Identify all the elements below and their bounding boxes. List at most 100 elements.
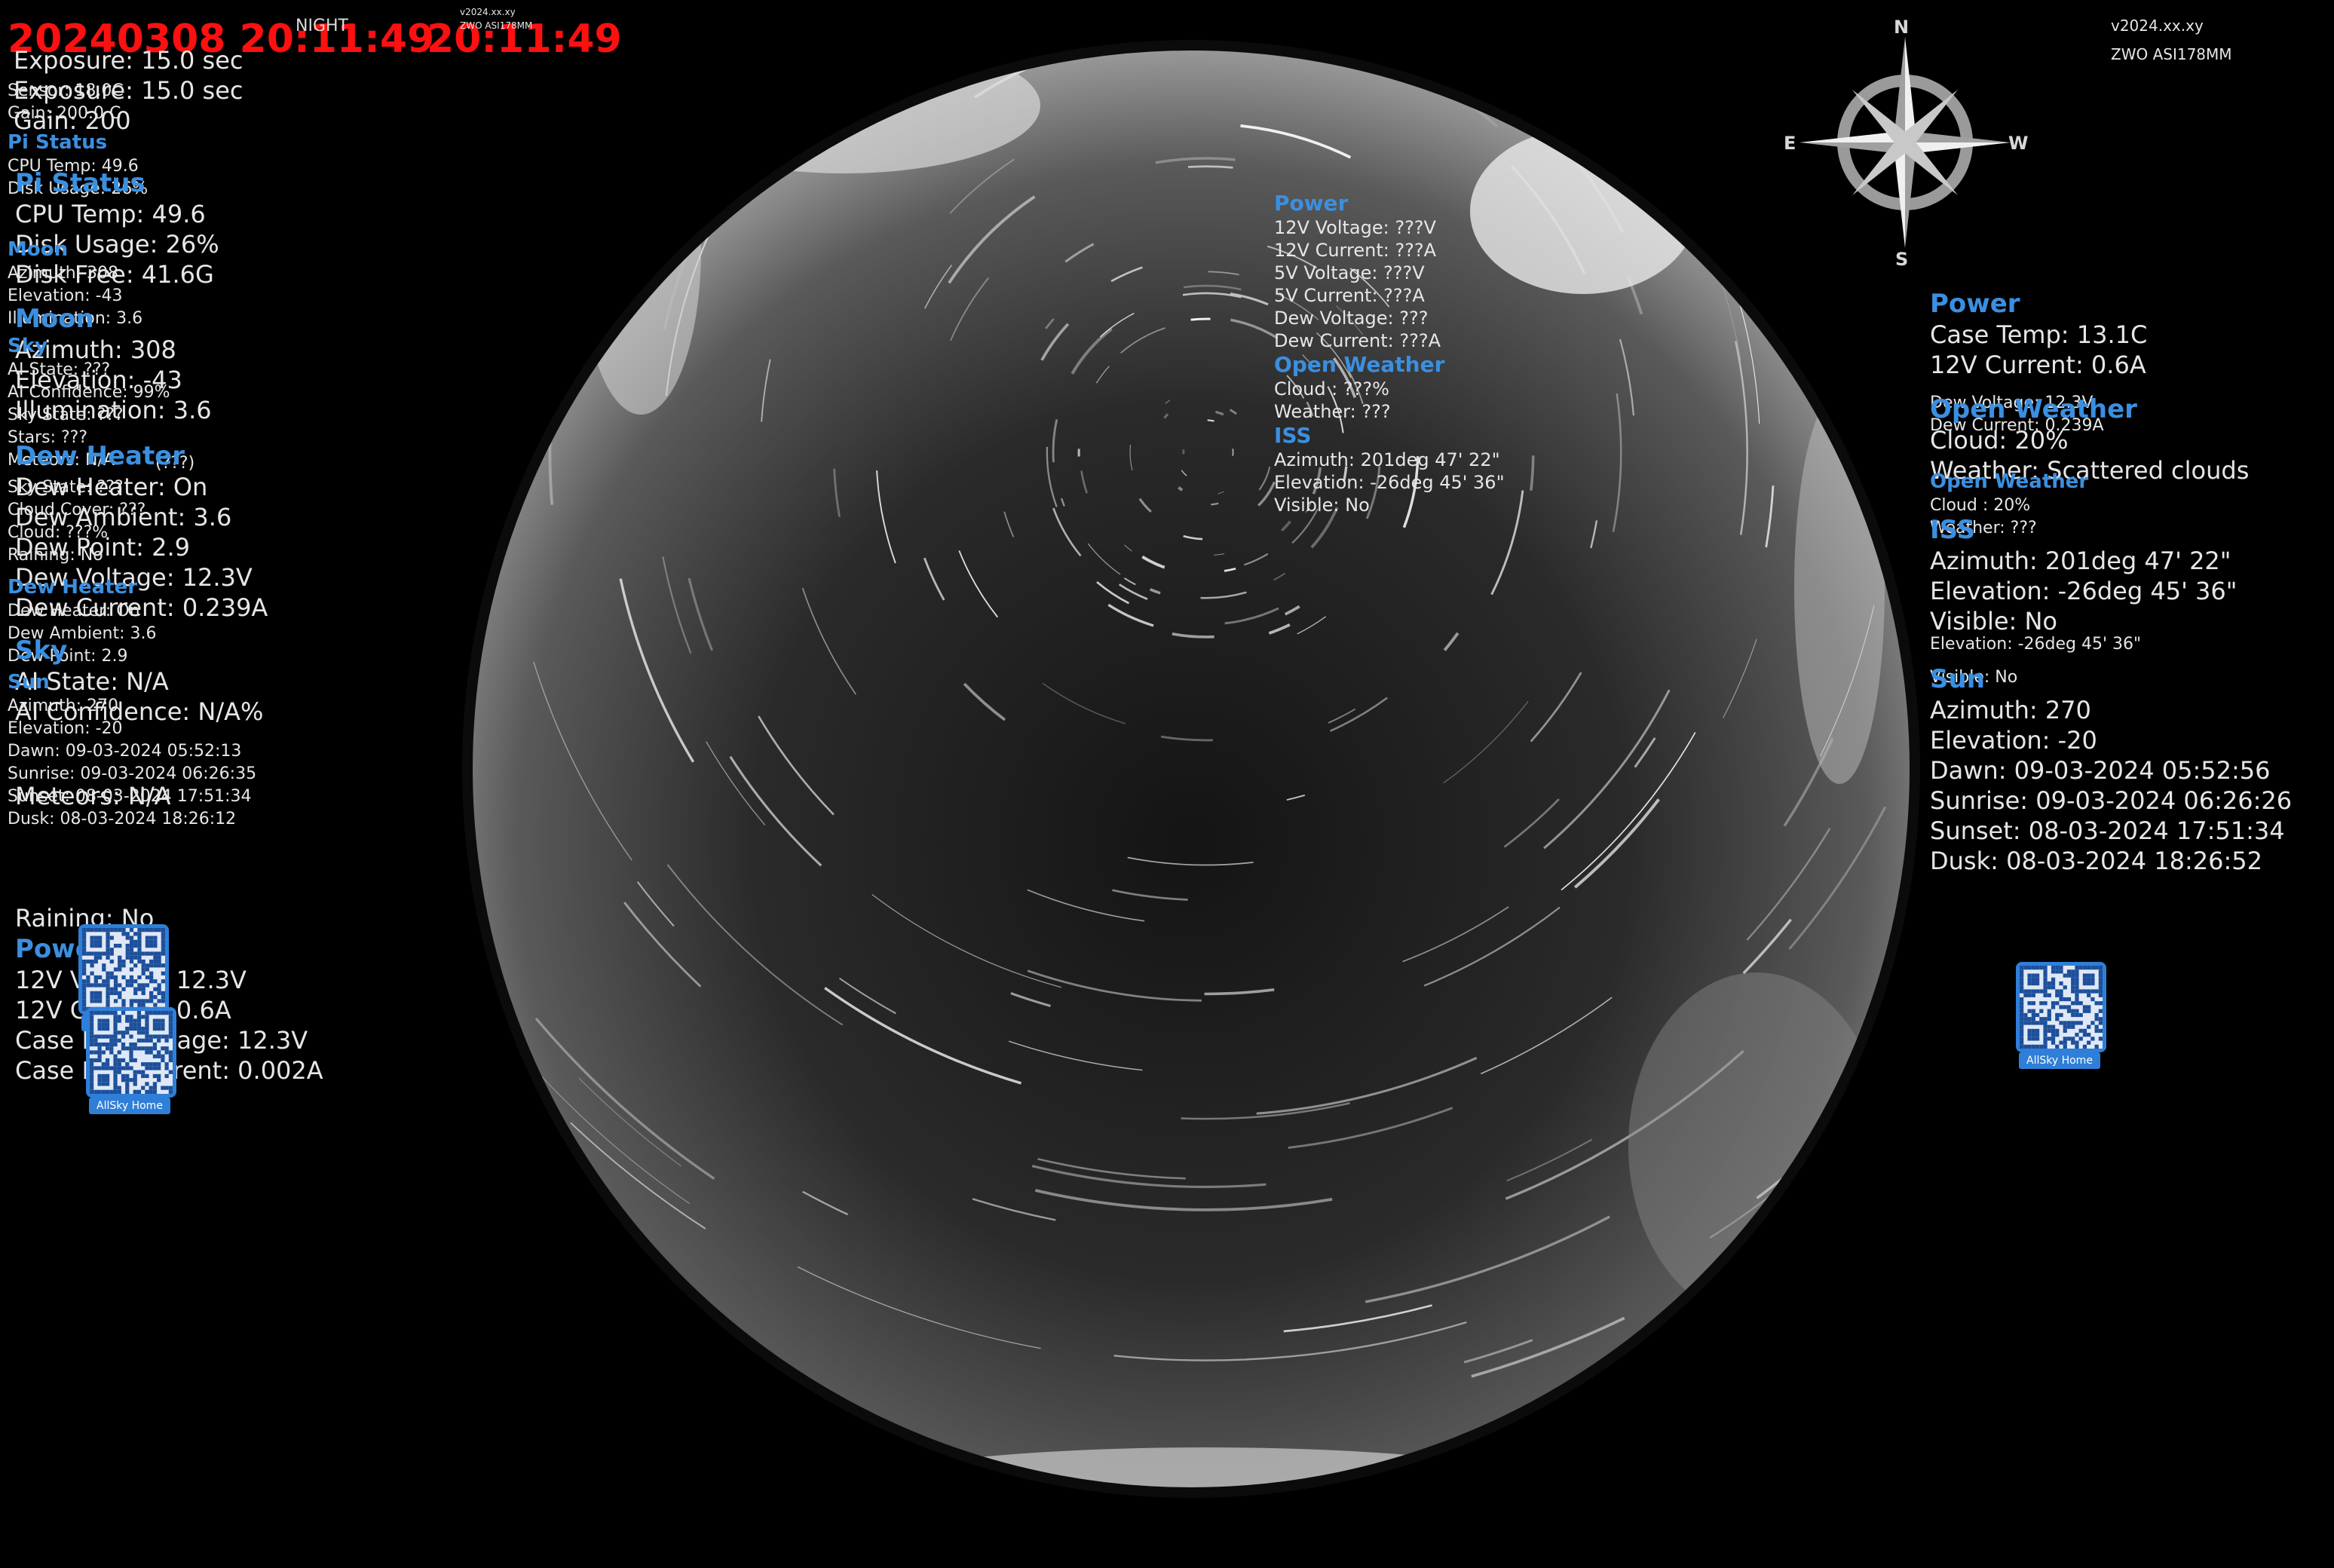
star-trail [1891,1089,1915,1236]
cloud-cover: Cloud Cover: ??? [8,501,146,519]
sky-state: Sky State: ??? [8,406,124,424]
star-trail [467,149,504,416]
open-weather-heading-center: Open Weather [1274,352,1445,377]
dew-current-center: Dew Current: ???A [1274,330,1441,351]
pi-status-heading: Pi Status [8,131,108,154]
right-sun-panel: Sun Azimuth: 270 Elevation: -20 Dawn: 09… [1930,666,2292,879]
star-trail [1190,317,1211,321]
star-trail [351,173,398,496]
star-trail [669,189,694,238]
compass-east-label: E [1784,133,1796,154]
sun-elevation-right: Elevation: -20 [1930,726,2097,755]
cloud-right-small: Cloud : 20% [1930,496,2031,515]
star-trail [1207,419,1214,422]
star-trail [1445,0,1564,18]
i5-center: 5V Current: ???A [1274,285,1425,306]
i12-right: 12V Current: 0.6A [1930,351,2146,379]
star-trail [1956,0,2121,35]
cloud-percent: Cloud: ???% [8,523,109,542]
iss-elevation-right-small: Elevation: -26deg 45' 36" [1930,635,2142,654]
star-trail [520,1217,633,1304]
weather-center: Weather: ??? [1274,401,1391,422]
gain-small-text: Gain: 200.0 C [8,104,121,123]
sunset-right: Sunset: 08-03-2024 17:51:34 [1930,816,2285,845]
star-trail [1994,16,2026,80]
sun-azimuth: Azimuth: 270 [8,697,119,715]
dawn-right: Dawn: 09-03-2024 05:52:56 [1930,756,2271,785]
star-trail [2231,173,2251,257]
dew-heater-heading: Dew Heater [15,441,185,471]
dawn-time: Dawn: 09-03-2024 05:52:13 [8,742,242,761]
star-trail [317,372,320,491]
sun-elevation: Elevation: -20 [8,719,123,738]
camera-info-small: Sensor: 18.0C Gain: 200.0 C [8,51,124,128]
qr-label-left-2[interactable]: AllSky Home [89,1098,170,1114]
compass-west-label: W [2008,133,2029,154]
capture-mode: NIGHT [296,17,348,35]
ai-confidence: AI Confidence: 99% [8,383,170,402]
qr-code-right[interactable] [2016,962,2106,1052]
iss-azimuth-center: Azimuth: 201deg 47' 22" [1274,449,1500,470]
star-trail [1187,165,1233,169]
open-weather-heading-right-small: Open Weather [1930,470,2089,493]
compass-rose [1800,37,2011,248]
star-trail [1992,0,2080,187]
right-power-panel: Power Case Temp: 13.1C 12V Current: 0.6A [1930,291,2147,383]
power-heading-left: Power [15,934,106,964]
power-heading-center: Power [1274,191,1349,216]
star-trail [291,199,326,522]
camera-small: ZWO ASI178MM [460,20,533,31]
dew-voltage-center: Dew Voltage: ??? [1274,308,1429,329]
iss-azimuth-right: Azimuth: 201deg 47' 22" [1930,547,2231,575]
camera-model: ZWO ASI178MM [2111,45,2232,63]
iss-elevation-center: Elevation: -26deg 45' 36" [1274,472,1505,493]
ai-state: AI State: ??? [8,360,111,379]
star-trail [545,0,576,3]
v5-center: 5V Voltage: ???V [1274,262,1425,283]
weather-panel-small: Sky State: ??? Cloud Cover: ??? Cloud: ?… [8,479,145,570]
power-heading-right: Power [1930,289,2020,319]
sunrise-right: Sunrise: 09-03-2024 06:26:26 [1930,786,2293,815]
meteors-big: Meteors: N/A [15,782,171,810]
star-trail [1602,1462,1701,1493]
raining-state: Raining: No [8,546,103,565]
v12-center: 12V Voltage: ???V [1274,217,1436,238]
iss-heading-right: ISS [1930,515,1976,545]
dusk-right: Dusk: 08-03-2024 18:26:52 [1930,847,2262,875]
sunrise-time: Sunrise: 09-03-2024 06:26:35 [8,764,257,783]
star-trail [2177,123,2221,306]
sky-state-weather: Sky State: ??? [8,478,124,497]
right-iss-panel: ISS Azimuth: 201deg 47' 22" Elevation: -… [1930,517,2237,639]
center-panel: Power 12V Voltage: ???V 12V Current: ???… [1274,193,1505,519]
moon-heading-big: Moon [15,304,94,334]
sun-heading-right: Sun [1930,664,1985,694]
dew-heater-state-small: Dew Heater: On [8,602,140,620]
star-trail [1578,1382,1827,1493]
star-trail [2259,3,2333,254]
case-temp: Case Temp: 13.1C [1930,320,2148,349]
moon-elevation: Elevation: -43 [8,286,123,305]
iss-heading-center: ISS [1274,423,1312,448]
v12-left: 12V Voltage: 12.3V [15,966,247,994]
version-small: v2024.xx.xy [460,7,516,17]
dusk-time: Dusk: 08-03-2024 18:26:12 [8,810,237,828]
iss-visible-center: Visible: No [1274,495,1370,516]
star-trail [2287,465,2303,640]
qr-label-right[interactable]: AllSky Home [2019,1052,2100,1069]
iss-elevation-right: Elevation: -26deg 45' 36" [1930,577,2238,605]
compass-south-label: S [1895,249,1909,270]
star-trail [385,471,429,717]
compass-north-label: N [1894,17,1910,38]
iss-visible-right: Visible: No [1930,607,2057,635]
sky-heading: Sky [8,335,47,357]
sun-heading: Sun [8,671,50,694]
star-trail [2267,250,2286,453]
pi-status-heading-big: Pi Status [15,168,145,198]
sky-heading-big: Sky [15,635,68,666]
dew-heater-heading-small: Dew Heater [8,576,138,599]
sensor-text: Sensor: 18.0C [8,81,124,100]
qr-code-left-1[interactable] [78,924,169,1015]
raining-big: Raining: No [15,904,155,933]
cpu-temp-big: CPU Temp: 49.6 [15,200,206,228]
qr-code-left-2[interactable] [86,1007,176,1098]
